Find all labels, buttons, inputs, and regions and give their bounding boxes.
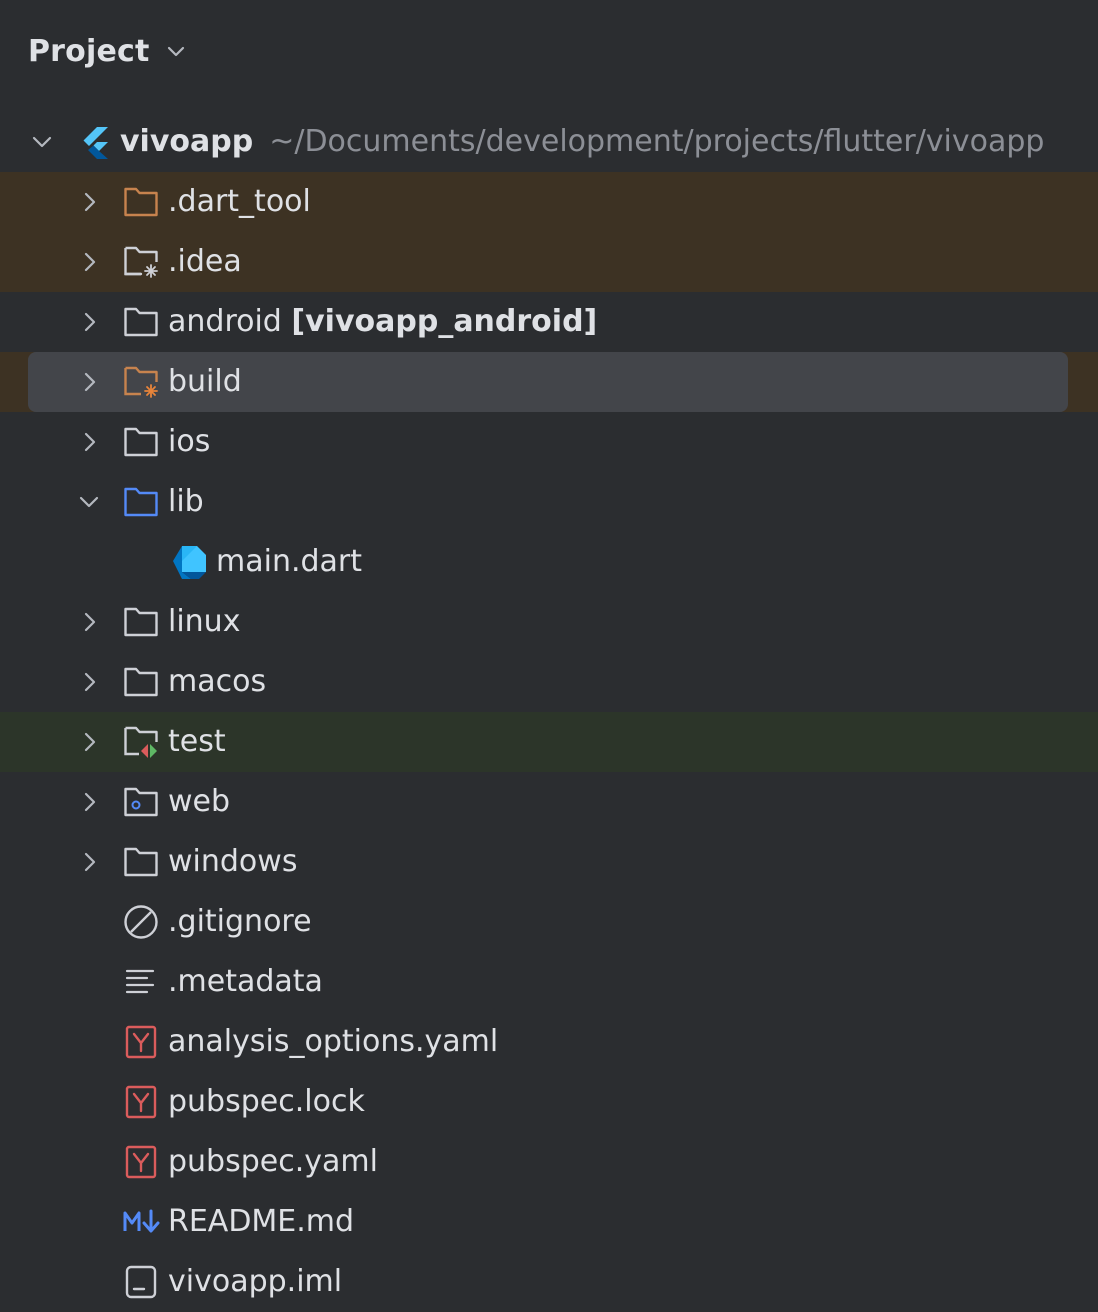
- text-file-icon: [123, 965, 159, 999]
- project-tree: vivoapp ~/Documents/development/projects/…: [0, 112, 1098, 1312]
- project-tool-window: Project vivoapp ~/Documents/development/p…: [0, 0, 1098, 1312]
- tree-row-vivoapp-iml[interactable]: vivoapp.iml: [0, 1252, 1098, 1312]
- tree-row-lib[interactable]: lib: [0, 472, 1098, 532]
- folder-test-icon: [123, 725, 159, 759]
- item-label: pubspec.yaml: [168, 1144, 378, 1179]
- item-name: android: [168, 304, 282, 339]
- tree-row-main-dart[interactable]: main.dart: [0, 532, 1098, 592]
- folder-excluded-build-icon: [123, 365, 159, 399]
- item-label: README.md: [168, 1204, 355, 1239]
- folder-excluded-icon: [123, 185, 159, 219]
- chevron-right-icon[interactable]: [77, 370, 101, 394]
- root-path: ~/Documents/development/projects/flutter…: [269, 124, 1045, 159]
- tree-row-gitignore[interactable]: .gitignore: [0, 892, 1098, 952]
- tree-row-readme[interactable]: README.md: [0, 1192, 1098, 1252]
- yaml-file-icon: [123, 1025, 159, 1059]
- tree-row-build[interactable]: build: [0, 352, 1098, 412]
- chevron-right-icon[interactable]: [77, 610, 101, 634]
- chevron-right-icon[interactable]: [77, 250, 101, 274]
- tree-row-windows[interactable]: windows: [0, 832, 1098, 892]
- item-label: pubspec.lock: [168, 1084, 365, 1119]
- folder-icon: [123, 305, 159, 339]
- item-label: analysis_options.yaml: [168, 1024, 499, 1059]
- folder-icon: [123, 665, 159, 699]
- tree-row-web[interactable]: web: [0, 772, 1098, 832]
- chevron-down-icon[interactable]: [30, 130, 54, 154]
- panel-title: Project: [28, 33, 150, 69]
- chevron-right-icon[interactable]: [77, 790, 101, 814]
- item-label: test: [168, 724, 226, 759]
- tree-row-android[interactable]: android [vivoapp_android]: [0, 292, 1098, 352]
- ignore-file-icon: [123, 905, 159, 939]
- item-label: .dart_tool: [168, 184, 311, 219]
- item-label: ios: [168, 424, 211, 459]
- item-label: .gitignore: [168, 904, 312, 939]
- item-label: windows: [168, 844, 298, 879]
- item-label: linux: [168, 604, 241, 639]
- item-label: web: [168, 784, 231, 819]
- tree-row-macos[interactable]: macos: [0, 652, 1098, 712]
- chevron-right-icon[interactable]: [77, 670, 101, 694]
- tree-row-analysis-options[interactable]: analysis_options.yaml: [0, 1012, 1098, 1072]
- root-name: vivoapp: [120, 124, 254, 159]
- tree-row-pubspec-lock[interactable]: pubspec.lock: [0, 1072, 1098, 1132]
- chevron-down-icon: [164, 39, 188, 63]
- project-view-selector[interactable]: Project: [28, 26, 188, 76]
- folder-web-icon: [123, 785, 159, 819]
- item-label: android [vivoapp_android]: [168, 292, 597, 352]
- tree-row-ios[interactable]: ios: [0, 412, 1098, 472]
- dart-file-icon: [171, 545, 207, 579]
- tree-row-pubspec-yaml[interactable]: pubspec.yaml: [0, 1132, 1098, 1192]
- tree-row-idea[interactable]: .idea: [0, 232, 1098, 292]
- folder-icon: [123, 605, 159, 639]
- module-file-icon: [123, 1265, 159, 1299]
- chevron-right-icon[interactable]: [77, 430, 101, 454]
- yaml-file-icon: [123, 1145, 159, 1179]
- folder-config-icon: [123, 245, 159, 279]
- folder-source-icon: [123, 485, 159, 519]
- item-label: vivoapp.iml: [168, 1264, 343, 1299]
- chevron-down-icon[interactable]: [77, 490, 101, 514]
- chevron-right-icon[interactable]: [77, 190, 101, 214]
- module-name: [vivoapp_android]: [291, 304, 598, 339]
- tree-row-dart-tool[interactable]: .dart_tool: [0, 172, 1098, 232]
- chevron-right-icon[interactable]: [77, 850, 101, 874]
- folder-icon: [123, 845, 159, 879]
- markdown-file-icon: [121, 1205, 165, 1239]
- item-label: main.dart: [216, 544, 363, 579]
- item-label: macos: [168, 664, 267, 699]
- chevron-right-icon[interactable]: [77, 310, 101, 334]
- flutter-icon: [76, 125, 112, 159]
- chevron-right-icon[interactable]: [77, 730, 101, 754]
- tree-row-metadata[interactable]: .metadata: [0, 952, 1098, 1012]
- root-label: vivoapp ~/Documents/development/projects/…: [120, 112, 1044, 172]
- folder-icon: [123, 425, 159, 459]
- item-label: build: [168, 364, 242, 399]
- item-label: lib: [168, 484, 204, 519]
- yaml-file-icon: [123, 1085, 159, 1119]
- tree-row-linux[interactable]: linux: [0, 592, 1098, 652]
- item-label: .metadata: [168, 964, 323, 999]
- tree-row-root[interactable]: vivoapp ~/Documents/development/projects/…: [0, 112, 1098, 172]
- tree-row-test[interactable]: test: [0, 712, 1098, 772]
- item-label: .idea: [168, 244, 242, 279]
